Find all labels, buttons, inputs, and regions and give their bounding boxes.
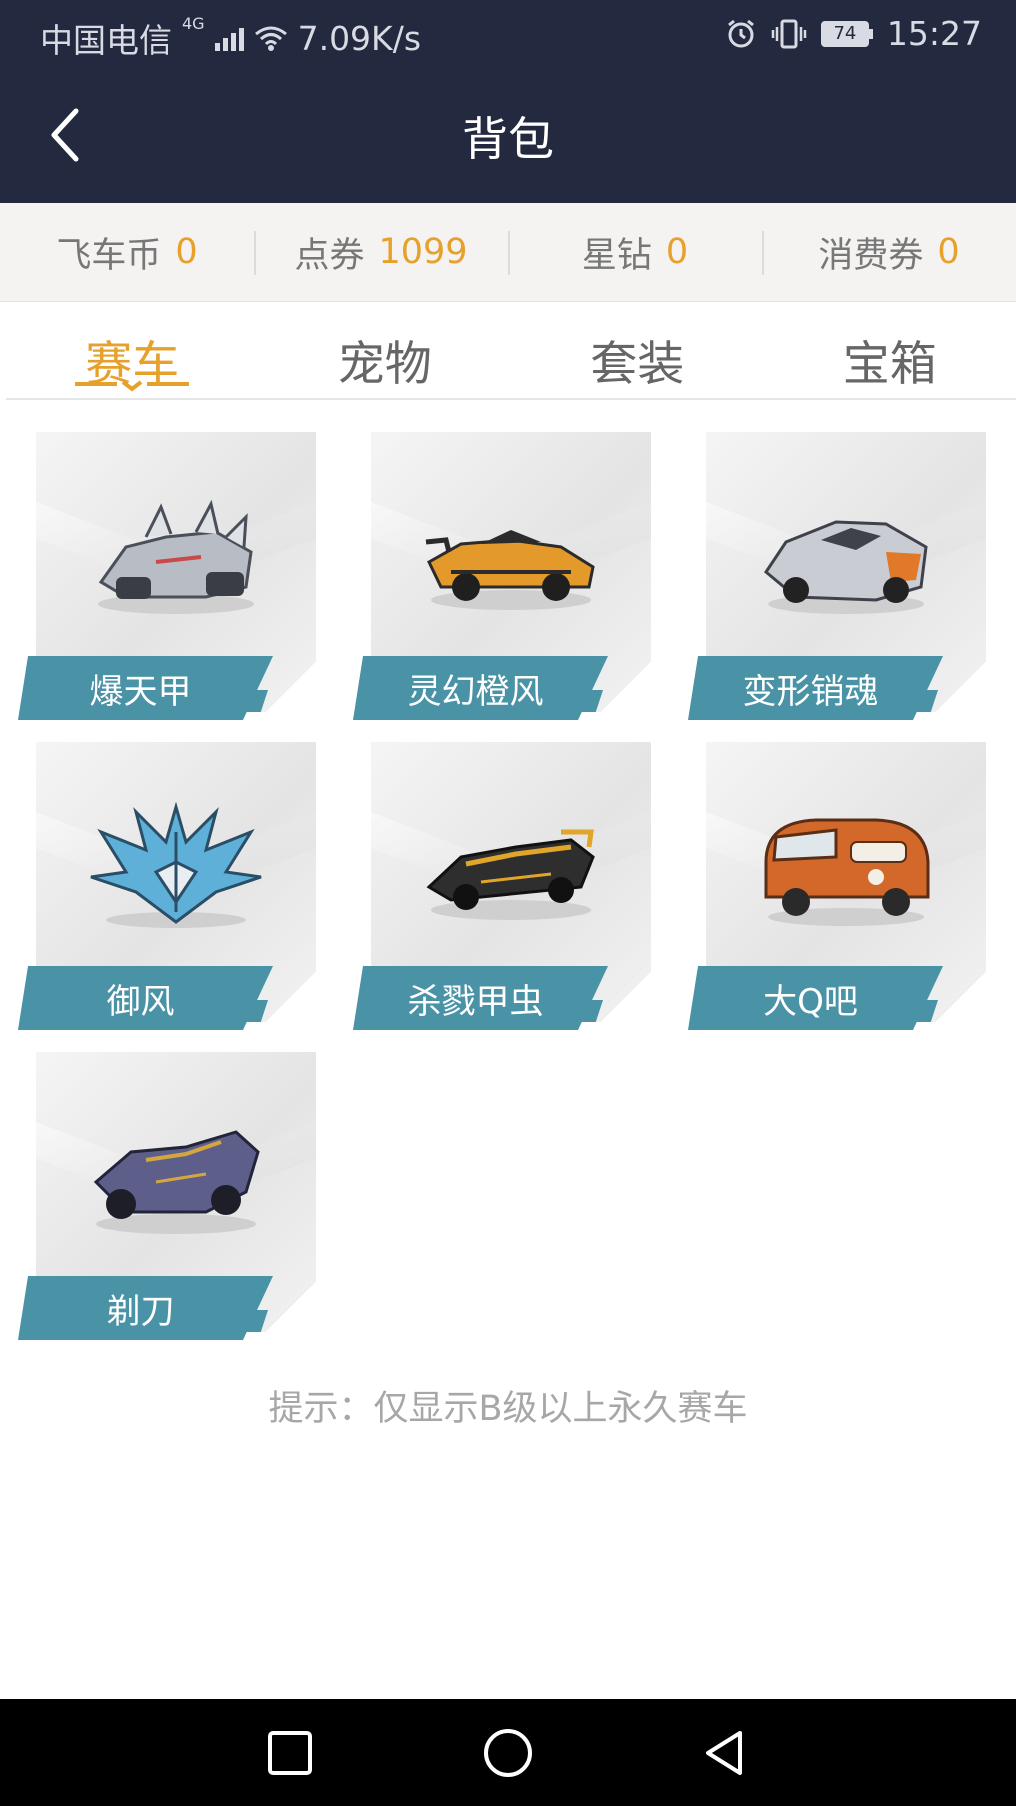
home-button[interactable]: [480, 1725, 536, 1781]
currency-label: 星钻: [581, 235, 652, 276]
carrier-text: 中国电信: [40, 21, 172, 60]
car-card[interactable]: 灵幻橙风: [353, 432, 653, 722]
battery-icon: 74: [820, 20, 873, 47]
tab-label: 套装: [590, 337, 685, 392]
currency-bar: 飞车币 0 点券 1099 星钻 0 消费券 0: [0, 203, 1016, 302]
triangle-back-icon: [706, 1731, 742, 1775]
car-card[interactable]: 大Q吧: [688, 742, 988, 1032]
currency-label: 飞车币: [56, 235, 162, 276]
signal-icon: [214, 25, 244, 51]
circle-icon: [484, 1729, 532, 1777]
tab-label: 宠物: [337, 337, 432, 392]
battery-level-text: 74: [820, 20, 869, 47]
page-title: 背包: [462, 112, 554, 166]
back-nav-button[interactable]: [696, 1725, 752, 1781]
currency-label: 点券: [294, 235, 365, 276]
car-name-label: 大Q吧: [688, 966, 943, 1030]
system-nav-bar: [0, 1699, 1016, 1806]
orange-van-icon: [764, 818, 930, 926]
car-card[interactable]: 剃刀: [18, 1052, 318, 1342]
tab-cars[interactable]: 赛车: [6, 303, 259, 398]
status-bar: 中国电信 4G 7.09K/s 74 15:27: [0, 0, 1016, 67]
hint-text: 提示：仅显示B级以上永久赛车: [268, 1389, 748, 1429]
car-card[interactable]: 御风: [18, 742, 318, 1032]
car-name-label: 变形销魂: [688, 656, 943, 720]
clock-text: 15:27: [886, 14, 982, 53]
blue-winged-kart-icon: [90, 802, 262, 928]
network-type-text: 4G: [182, 14, 205, 33]
car-card[interactable]: 爆天甲: [18, 432, 318, 722]
network-speed-text: 7.09K/s: [297, 18, 422, 58]
currency-value: 1099: [378, 232, 468, 272]
vibrate-icon: [771, 19, 807, 48]
silver-sportscar-icon: [764, 520, 928, 614]
square-icon: [268, 1731, 312, 1775]
currency-xingzuan: 星钻 0: [508, 203, 762, 301]
currency-value: 0: [665, 232, 689, 272]
currency-dianquan: 点券 1099: [254, 203, 508, 301]
car-card[interactable]: 杀戮甲虫: [353, 742, 653, 1032]
wifi-icon: [254, 26, 287, 51]
car-name-label: 杀戮甲虫: [353, 966, 608, 1030]
currency-label: 消费券: [818, 235, 924, 276]
car-name-label: 爆天甲: [18, 656, 273, 720]
car-card[interactable]: 变形销魂: [688, 432, 988, 722]
currency-value: 0: [175, 232, 198, 272]
orange-supercar-icon: [425, 530, 595, 610]
armored-kart-icon: [98, 499, 254, 614]
header-bar: 背包: [0, 67, 1016, 203]
car-name-label: 御风: [18, 966, 273, 1030]
tab-outfits[interactable]: 套装: [511, 303, 764, 398]
car-name-label: 剃刀: [18, 1276, 273, 1340]
category-tabs: 赛车 宠物 套装 宝箱: [6, 303, 1016, 400]
car-name-label: 灵幻橙风: [353, 656, 608, 720]
active-tab-indicator: [75, 380, 189, 392]
alarm-icon: [727, 19, 754, 47]
tab-pets[interactable]: 宠物: [259, 303, 512, 398]
recent-apps-button[interactable]: [262, 1725, 318, 1781]
currency-xiaofeiquan: 消费券 0: [762, 203, 1016, 301]
tab-label: 宝箱: [842, 337, 937, 392]
tab-chests[interactable]: 宝箱: [764, 303, 1016, 398]
black-gold-supercar-icon: [426, 829, 595, 920]
currency-value: 0: [937, 232, 960, 272]
currency-feichebi: 飞车币 0: [0, 203, 254, 301]
purple-formula-kart-icon: [93, 1130, 260, 1234]
